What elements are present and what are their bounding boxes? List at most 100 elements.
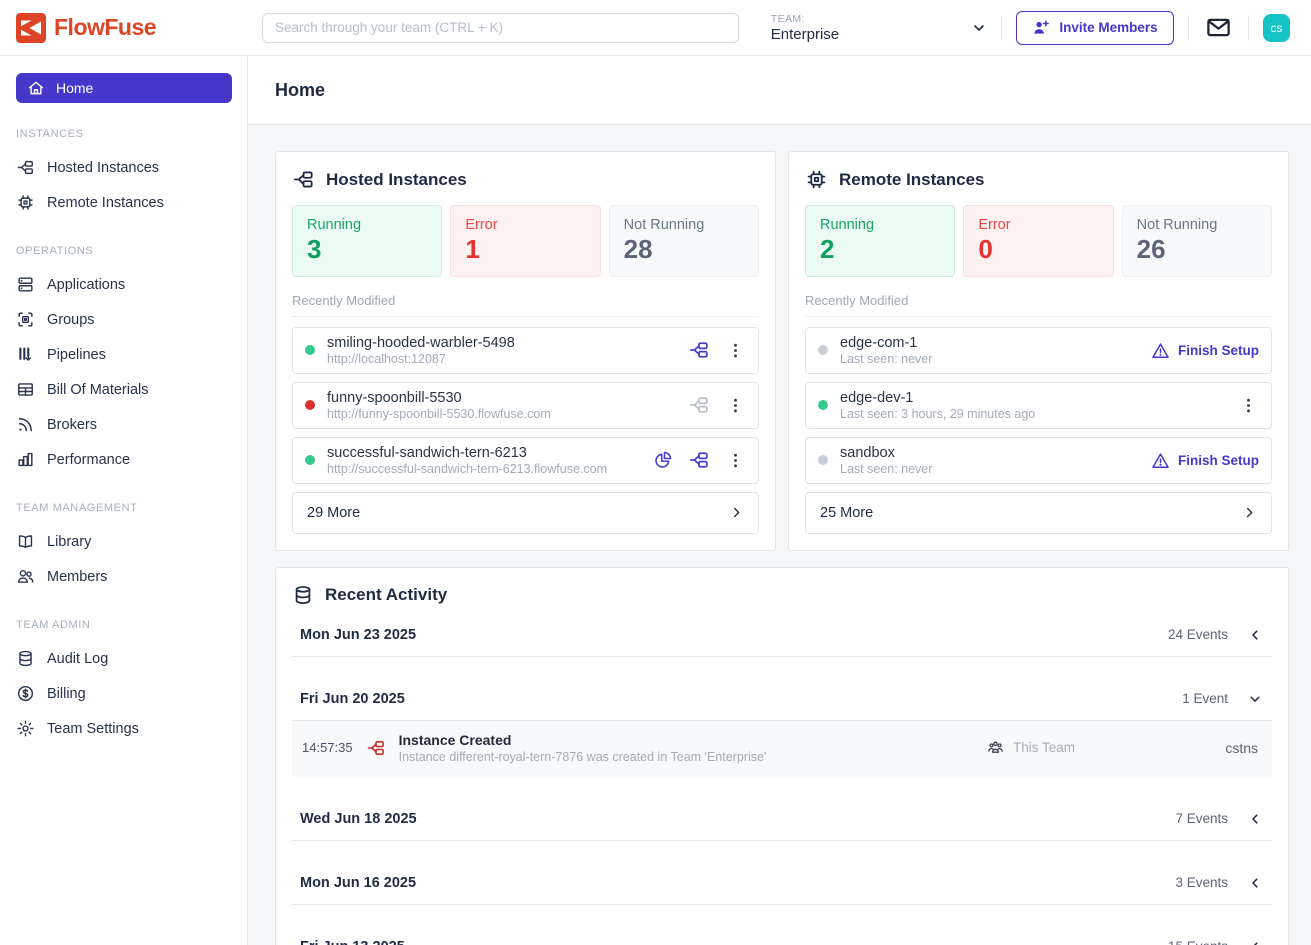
activity-day-header[interactable]: Fri Jun 20 2025 1 Event (292, 678, 1272, 721)
brand-name: FlowFuse (54, 14, 156, 41)
activity-day-header[interactable]: Fri Jun 13 2025 15 Events (292, 926, 1272, 945)
activity-day-group: Wed Jun 18 2025 7 Events (292, 798, 1272, 841)
divider (1188, 15, 1189, 41)
activity-day-header[interactable]: Wed Jun 18 2025 7 Events (292, 798, 1272, 841)
event-user: cstns (1088, 740, 1258, 756)
recent-activity-card: Recent Activity Mon Jun 23 2025 24 Event… (275, 567, 1289, 945)
instance-name: funny-spoonbill-5530 (327, 390, 551, 406)
open-editor-button[interactable] (688, 339, 710, 361)
status-dot-stopped (818, 455, 828, 465)
chevron-down-icon (1248, 692, 1262, 706)
warning-triangle-icon (1151, 451, 1170, 470)
team-selector[interactable]: TEAM: Enterprise (771, 13, 988, 43)
sidebar-item-audit-log[interactable]: Audit Log (0, 641, 247, 676)
instance-last-seen: Last seen: never (840, 352, 932, 366)
remote-instances-icon (16, 193, 35, 212)
sidebar-item-label: Pipelines (47, 347, 106, 363)
page-title: Home (275, 80, 325, 101)
sidebar-item-label: Bill Of Materials (47, 382, 149, 398)
sidebar-item-billing[interactable]: Billing (0, 676, 247, 711)
stat-not-running: Not Running 26 (1122, 205, 1272, 277)
hosted-instances-icon (16, 158, 35, 177)
instance-row[interactable]: edge-com-1 Last seen: never Finish Setup (805, 327, 1272, 374)
instance-row[interactable]: funny-spoonbill-5530 http://funny-spoonb… (292, 382, 759, 429)
node-editor-icon (688, 449, 710, 471)
day-event-count: 24 Events (1168, 627, 1228, 642)
team-icon (987, 739, 1004, 756)
instance-last-seen: Last seen: 3 hours, 29 minutes ago (840, 407, 1035, 421)
stat-value: 1 (465, 235, 585, 264)
open-editor-button[interactable] (688, 449, 710, 471)
notifications-button[interactable] (1203, 12, 1234, 43)
pie-chart-icon (653, 450, 673, 470)
finish-setup-button[interactable]: Finish Setup (1151, 341, 1259, 360)
hosted-instances-icon (292, 168, 315, 191)
sidebar-item-remote-instances[interactable]: Remote Instances (0, 185, 247, 220)
sidebar-item-team-settings[interactable]: Team Settings (0, 711, 247, 746)
sidebar-item-groups[interactable]: Groups (0, 302, 247, 337)
finish-setup-button[interactable]: Finish Setup (1151, 451, 1259, 470)
applications-icon (16, 275, 35, 294)
stat-error: Error 0 (963, 205, 1113, 277)
stat-value: 3 (307, 235, 427, 264)
kebab-menu-button[interactable] (725, 397, 746, 414)
hosted-more-row[interactable]: 29 More (292, 492, 759, 534)
day-date: Fri Jun 20 2025 (300, 691, 405, 707)
instance-created-icon (366, 738, 386, 758)
activity-day-header[interactable]: Mon Jun 23 2025 24 Events (292, 614, 1272, 657)
remote-more-row[interactable]: 25 More (805, 492, 1272, 534)
sidebar-item-performance[interactable]: Performance (0, 442, 247, 477)
section-title: INSTANCES (0, 128, 247, 140)
node-editor-icon (688, 394, 710, 416)
finish-setup-label: Finish Setup (1178, 453, 1259, 468)
kebab-menu-button[interactable] (725, 452, 746, 469)
activity-day-group: Fri Jun 20 2025 1 Event 14:57:35 Instanc… (292, 678, 1272, 777)
activity-event-row[interactable]: 14:57:35 Instance Created Instance diffe… (292, 721, 1272, 777)
sidebar-item-label: Performance (47, 452, 130, 468)
sidebar-item-home[interactable]: Home (16, 73, 232, 103)
activity-day-group: Mon Jun 16 2025 3 Events (292, 862, 1272, 905)
sidebar-item-label: Team Settings (47, 721, 139, 737)
kebab-icon (727, 397, 744, 414)
instance-row[interactable]: smiling-hooded-warbler-5498 http://local… (292, 327, 759, 374)
sidebar-item-label: Audit Log (47, 651, 108, 667)
instance-row[interactable]: sandbox Last seen: never Finish Setup (805, 437, 1272, 484)
flowfuse-logo[interactable]: FlowFuse (0, 13, 248, 43)
sidebar-item-brokers[interactable]: Brokers (0, 407, 247, 442)
hosted-instances-card: Hosted Instances Running 3 Error 1 Not R… (275, 151, 776, 551)
instance-row[interactable]: successful-sandwich-tern-6213 http://suc… (292, 437, 759, 484)
dashboard-button[interactable] (653, 450, 673, 470)
sidebar-item-applications[interactable]: Applications (0, 267, 247, 302)
activity-day-group: Fri Jun 13 2025 15 Events (292, 926, 1272, 945)
status-dot-error (305, 400, 315, 410)
kebab-menu-button[interactable] (725, 342, 746, 359)
user-avatar[interactable]: cs (1263, 14, 1290, 42)
search-input[interactable] (262, 13, 739, 43)
groups-icon (16, 310, 35, 329)
instance-row[interactable]: edge-dev-1 Last seen: 3 hours, 29 minute… (805, 382, 1272, 429)
library-icon (16, 532, 35, 551)
event-title: Instance Created (399, 732, 767, 748)
sidebar-item-bill-of-materials[interactable]: Bill Of Materials (0, 372, 247, 407)
more-label: 25 More (820, 505, 873, 521)
stat-label: Error (978, 217, 1098, 233)
avatar-initials: cs (1270, 21, 1282, 35)
home-icon (27, 79, 45, 97)
day-event-count: 1 Event (1182, 691, 1228, 706)
sidebar-item-members[interactable]: Members (0, 559, 247, 594)
stat-value: 0 (978, 235, 1098, 264)
main-content: Home Hosted Instances (248, 56, 1311, 945)
open-editor-button-disabled[interactable] (688, 394, 710, 416)
stat-label: Not Running (1137, 217, 1257, 233)
activity-day-header[interactable]: Mon Jun 16 2025 3 Events (292, 862, 1272, 905)
instance-url: http://localhost:12087 (327, 352, 515, 366)
sidebar-item-label: Home (56, 80, 93, 96)
card-title: Recent Activity (325, 585, 447, 605)
kebab-menu-button[interactable] (1238, 397, 1259, 414)
remote-instances-icon (805, 168, 828, 191)
members-icon (16, 567, 35, 586)
invite-members-button[interactable]: Invite Members (1016, 11, 1173, 45)
sidebar-item-pipelines[interactable]: Pipelines (0, 337, 247, 372)
sidebar-item-library[interactable]: Library (0, 524, 247, 559)
sidebar-item-hosted-instances[interactable]: Hosted Instances (0, 150, 247, 185)
